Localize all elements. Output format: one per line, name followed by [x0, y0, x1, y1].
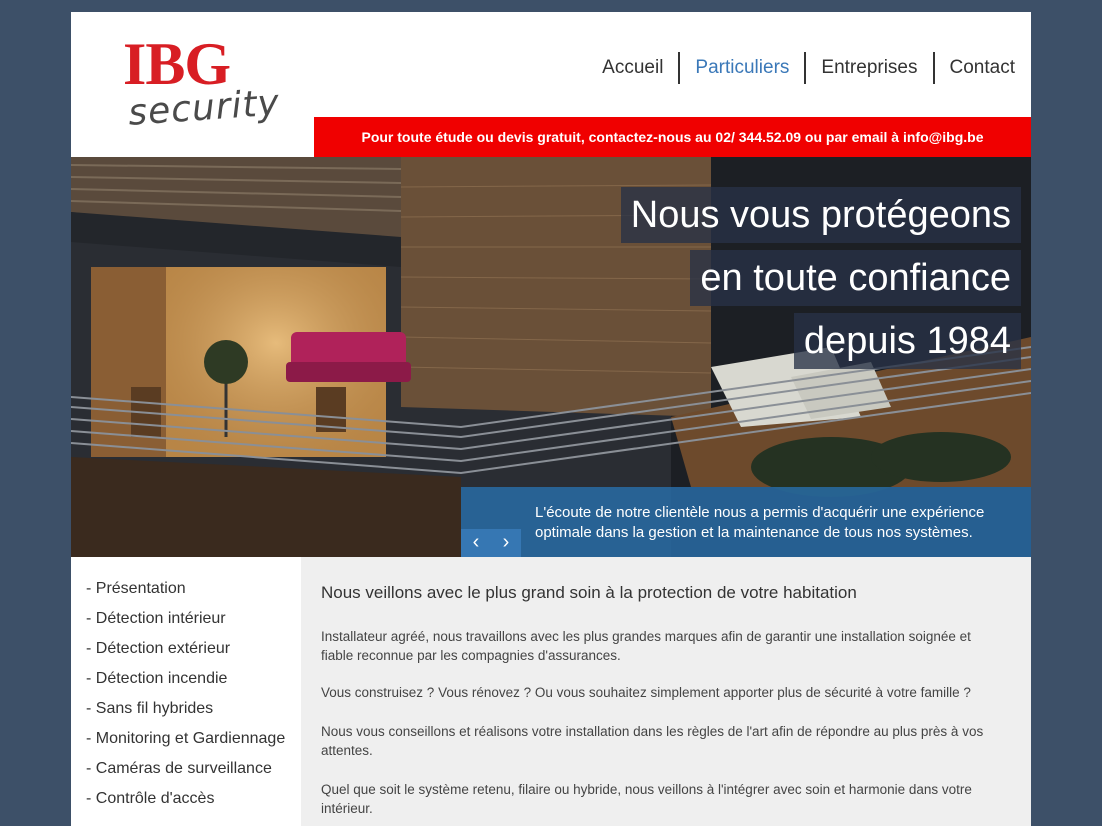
page-container: IBG security Accueil Particuliers Entrep…: [71, 12, 1031, 826]
sidebar-item-sans-fil-hybrides[interactable]: - Sans fil hybrides: [86, 694, 301, 724]
paragraph: Installateur agréé, nous travaillons ave…: [321, 629, 971, 663]
hero-caption-text: L'écoute de notre clientèle nous a permi…: [535, 504, 985, 541]
nav-entreprises[interactable]: Entreprises: [806, 52, 932, 84]
page-title: Nous veillons avec le plus grand soin à …: [321, 583, 857, 602]
contact-banner: Pour toute étude ou devis gratuit, conta…: [314, 117, 1031, 157]
main-nav: Accueil Particuliers Entreprises Contact: [587, 52, 1015, 84]
paragraph: Vous construisez ? Vous rénovez ? Ou vou…: [321, 685, 971, 700]
main-content: Nous veillons avec le plus grand soin à …: [301, 557, 1031, 826]
sidebar-menu: - Présentation - Détection intérieur - D…: [71, 557, 301, 814]
chevron-right-icon[interactable]: ›: [491, 529, 521, 557]
sidebar-item-detection-interieur[interactable]: - Détection intérieur: [86, 604, 301, 634]
sidebar-item-detection-exterieur[interactable]: - Détection extérieur: [86, 634, 301, 664]
sidebar-item-monitoring[interactable]: - Monitoring et Gardiennage: [86, 724, 301, 754]
hero-headline-line-2: en toute confiance: [690, 250, 1021, 306]
logo-brand: IBG: [123, 31, 231, 97]
slider-controls: ‹ ›: [461, 529, 521, 557]
logo-tagline: security: [126, 82, 282, 134]
hero-caption: L'écoute de notre clientèle nous a permi…: [461, 487, 1031, 557]
paragraph: Quel que soit le système retenu, filaire…: [321, 782, 972, 816]
nav-particuliers[interactable]: Particuliers: [680, 52, 804, 84]
hero-slider: Nous vous protégeons en toute confiance …: [71, 157, 1031, 557]
chevron-left-icon[interactable]: ‹: [461, 529, 491, 557]
sidebar-item-detection-incendie[interactable]: - Détection incendie: [86, 664, 301, 694]
logo[interactable]: IBG security: [71, 12, 301, 157]
sidebar: - Présentation - Détection intérieur - D…: [71, 557, 301, 826]
sidebar-item-presentation[interactable]: - Présentation: [86, 574, 301, 604]
nav-accueil[interactable]: Accueil: [587, 52, 678, 84]
hero-headline-line-1: Nous vous protégeons: [620, 187, 1021, 243]
paragraph: Nous vous conseillons et réalisons votre…: [321, 724, 984, 758]
nav-contact[interactable]: Contact: [935, 52, 1015, 84]
hero-headline-line-3: depuis 1984: [793, 313, 1021, 369]
sidebar-item-cameras[interactable]: - Caméras de surveillance: [86, 754, 301, 784]
sidebar-item-controle-acces[interactable]: - Contrôle d'accès: [86, 784, 301, 814]
